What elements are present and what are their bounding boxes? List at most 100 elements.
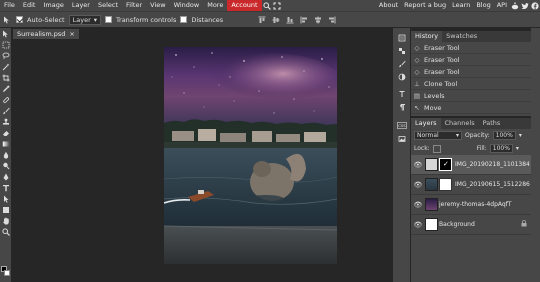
character-panel-icon[interactable] [393,87,410,100]
menu-select[interactable]: Select [94,0,122,11]
align-middle-icon[interactable] [271,15,281,25]
blend-mode-dropdown[interactable]: Normal ▾ [414,131,462,140]
fullscreen-icon[interactable] [272,0,282,11]
levels-icon: ▤ [413,91,421,100]
history-item[interactable]: ↖ Move [411,102,531,114]
menu-learn[interactable]: Learn [449,0,473,11]
align-center-icon[interactable] [313,15,323,25]
color-swatches[interactable] [1,266,11,280]
menu-view[interactable]: View [146,0,169,11]
opacity-value: 100% [495,132,513,139]
history-item[interactable]: ◇ Eraser Tool [411,66,531,78]
fill-input[interactable]: 100% [489,144,513,153]
tab-layers[interactable]: Layers [411,118,441,129]
eye-icon[interactable]: 👁︎ [411,181,425,189]
move-tool-icon[interactable] [0,28,11,39]
hand-tool-icon[interactable] [0,215,11,226]
history-item[interactable]: ◇ Eraser Tool [411,42,531,54]
brush-tool-icon[interactable] [0,105,11,116]
path-select-icon[interactable] [0,193,11,204]
tab-swatches[interactable]: Swatches [442,31,481,42]
chevron-down-icon[interactable]: ▾ [519,132,522,139]
transform-controls-checkbox[interactable] [105,16,113,23]
tab-channels[interactable]: Channels [441,118,479,129]
healing-brush-icon[interactable] [0,94,11,105]
history-item-label: Levels [424,91,445,100]
eye-icon[interactable]: 👁︎ [411,221,425,229]
distances-checkbox[interactable] [180,16,188,23]
menu-blog[interactable]: Blog [473,0,493,11]
marquee-tool-icon[interactable] [0,39,11,50]
lasso-tool-icon[interactable] [0,50,11,61]
history-item[interactable]: ◇ Eraser Tool [411,54,531,66]
tab-paths[interactable]: Paths [479,118,505,129]
menu-report-bug[interactable]: Report a bug [401,0,449,11]
panel-scroll-strip [531,28,540,282]
opacity-input[interactable]: 100% [492,131,516,140]
eraser-icon: ◇ [414,43,420,52]
crop-tool-icon[interactable] [0,72,11,83]
type-tool-icon[interactable] [0,182,11,193]
layer-mask-thumbnail[interactable]: ✓ [439,158,452,171]
menu-about[interactable]: About [376,0,401,11]
menu-layer[interactable]: Layer [68,0,94,11]
layer-row[interactable]: 👁︎ IMG_20190615_1512286 [411,175,531,195]
auto-select-target-dropdown[interactable]: Layer ▾ [68,14,102,25]
magic-wand-icon[interactable] [0,61,11,72]
layer-row[interactable]: 👁︎ Background [411,215,531,235]
gradient-tool-icon[interactable] [0,138,11,149]
history-item[interactable]: ▤ Levels [411,90,531,102]
css-panel-icon[interactable]: CSS [393,119,410,132]
align-top-icon[interactable] [257,15,267,25]
menu-window[interactable]: Window [170,0,204,11]
blur-tool-icon[interactable] [0,149,11,160]
adjustments-panel-icon[interactable] [393,70,410,83]
brush-panel-icon[interactable] [393,57,410,70]
history-item-label: Eraser Tool [424,55,460,64]
background-color[interactable] [4,270,10,276]
align-left-icon[interactable] [299,15,309,25]
menu-account[interactable]: Account [227,0,262,11]
close-icon[interactable]: × [69,30,74,38]
image-panel-icon[interactable] [393,132,410,145]
history-panel-icon[interactable] [393,31,410,44]
layer-mask-thumbnail[interactable] [439,178,452,191]
twitter-icon[interactable] [520,0,530,11]
eraser-tool-icon[interactable] [0,127,11,138]
eyedropper-icon[interactable] [0,83,11,94]
swatches-panel-icon[interactable] [393,44,410,57]
search-icon[interactable] [262,0,272,11]
menu-api[interactable]: API [494,0,510,11]
shape-tool-icon[interactable] [0,204,11,215]
move-icon: ↖ [414,103,420,112]
eye-icon[interactable]: 👁︎ [411,201,425,209]
reddit-icon[interactable] [510,0,520,11]
layer-row[interactable]: 👁︎ jeremy-thomas-4dpAqfT [411,195,531,215]
clone-stamp-icon[interactable] [0,116,11,127]
align-right-icon[interactable] [327,15,337,25]
transform-controls-label: Transform controls [116,15,177,24]
dodge-tool-icon[interactable] [0,160,11,171]
history-item[interactable]: ⊥ Clone Tool [411,78,531,90]
menu-image[interactable]: Image [39,0,67,11]
auto-select-checkbox[interactable] [16,16,23,23]
pen-tool-icon[interactable] [0,171,11,182]
menu-edit[interactable]: Edit [19,0,40,11]
menu-file[interactable]: File [0,0,19,11]
tab-history[interactable]: History [411,31,443,42]
layer-row[interactable]: 👁︎ ✓ IMG_20190218_1101384 [411,155,531,175]
facebook-icon[interactable] [530,0,540,11]
lock-checkbox[interactable] [432,144,441,153]
eraser-icon: ◇ [414,55,420,64]
fill-label: Fill: [476,145,487,152]
menu-filter[interactable]: Filter [122,0,146,11]
chevron-down-icon[interactable]: ▾ [516,145,519,152]
zoom-tool-icon[interactable] [0,226,11,237]
history-item-label: Move [424,103,442,112]
document-tab[interactable]: Surrealism.psd × [13,29,79,39]
align-bottom-icon[interactable] [285,15,295,25]
paragraph-panel-icon[interactable] [393,100,410,113]
menu-more[interactable]: More [203,0,227,11]
image-canvas[interactable] [164,47,337,264]
eye-icon[interactable]: 👁︎ [411,161,425,169]
